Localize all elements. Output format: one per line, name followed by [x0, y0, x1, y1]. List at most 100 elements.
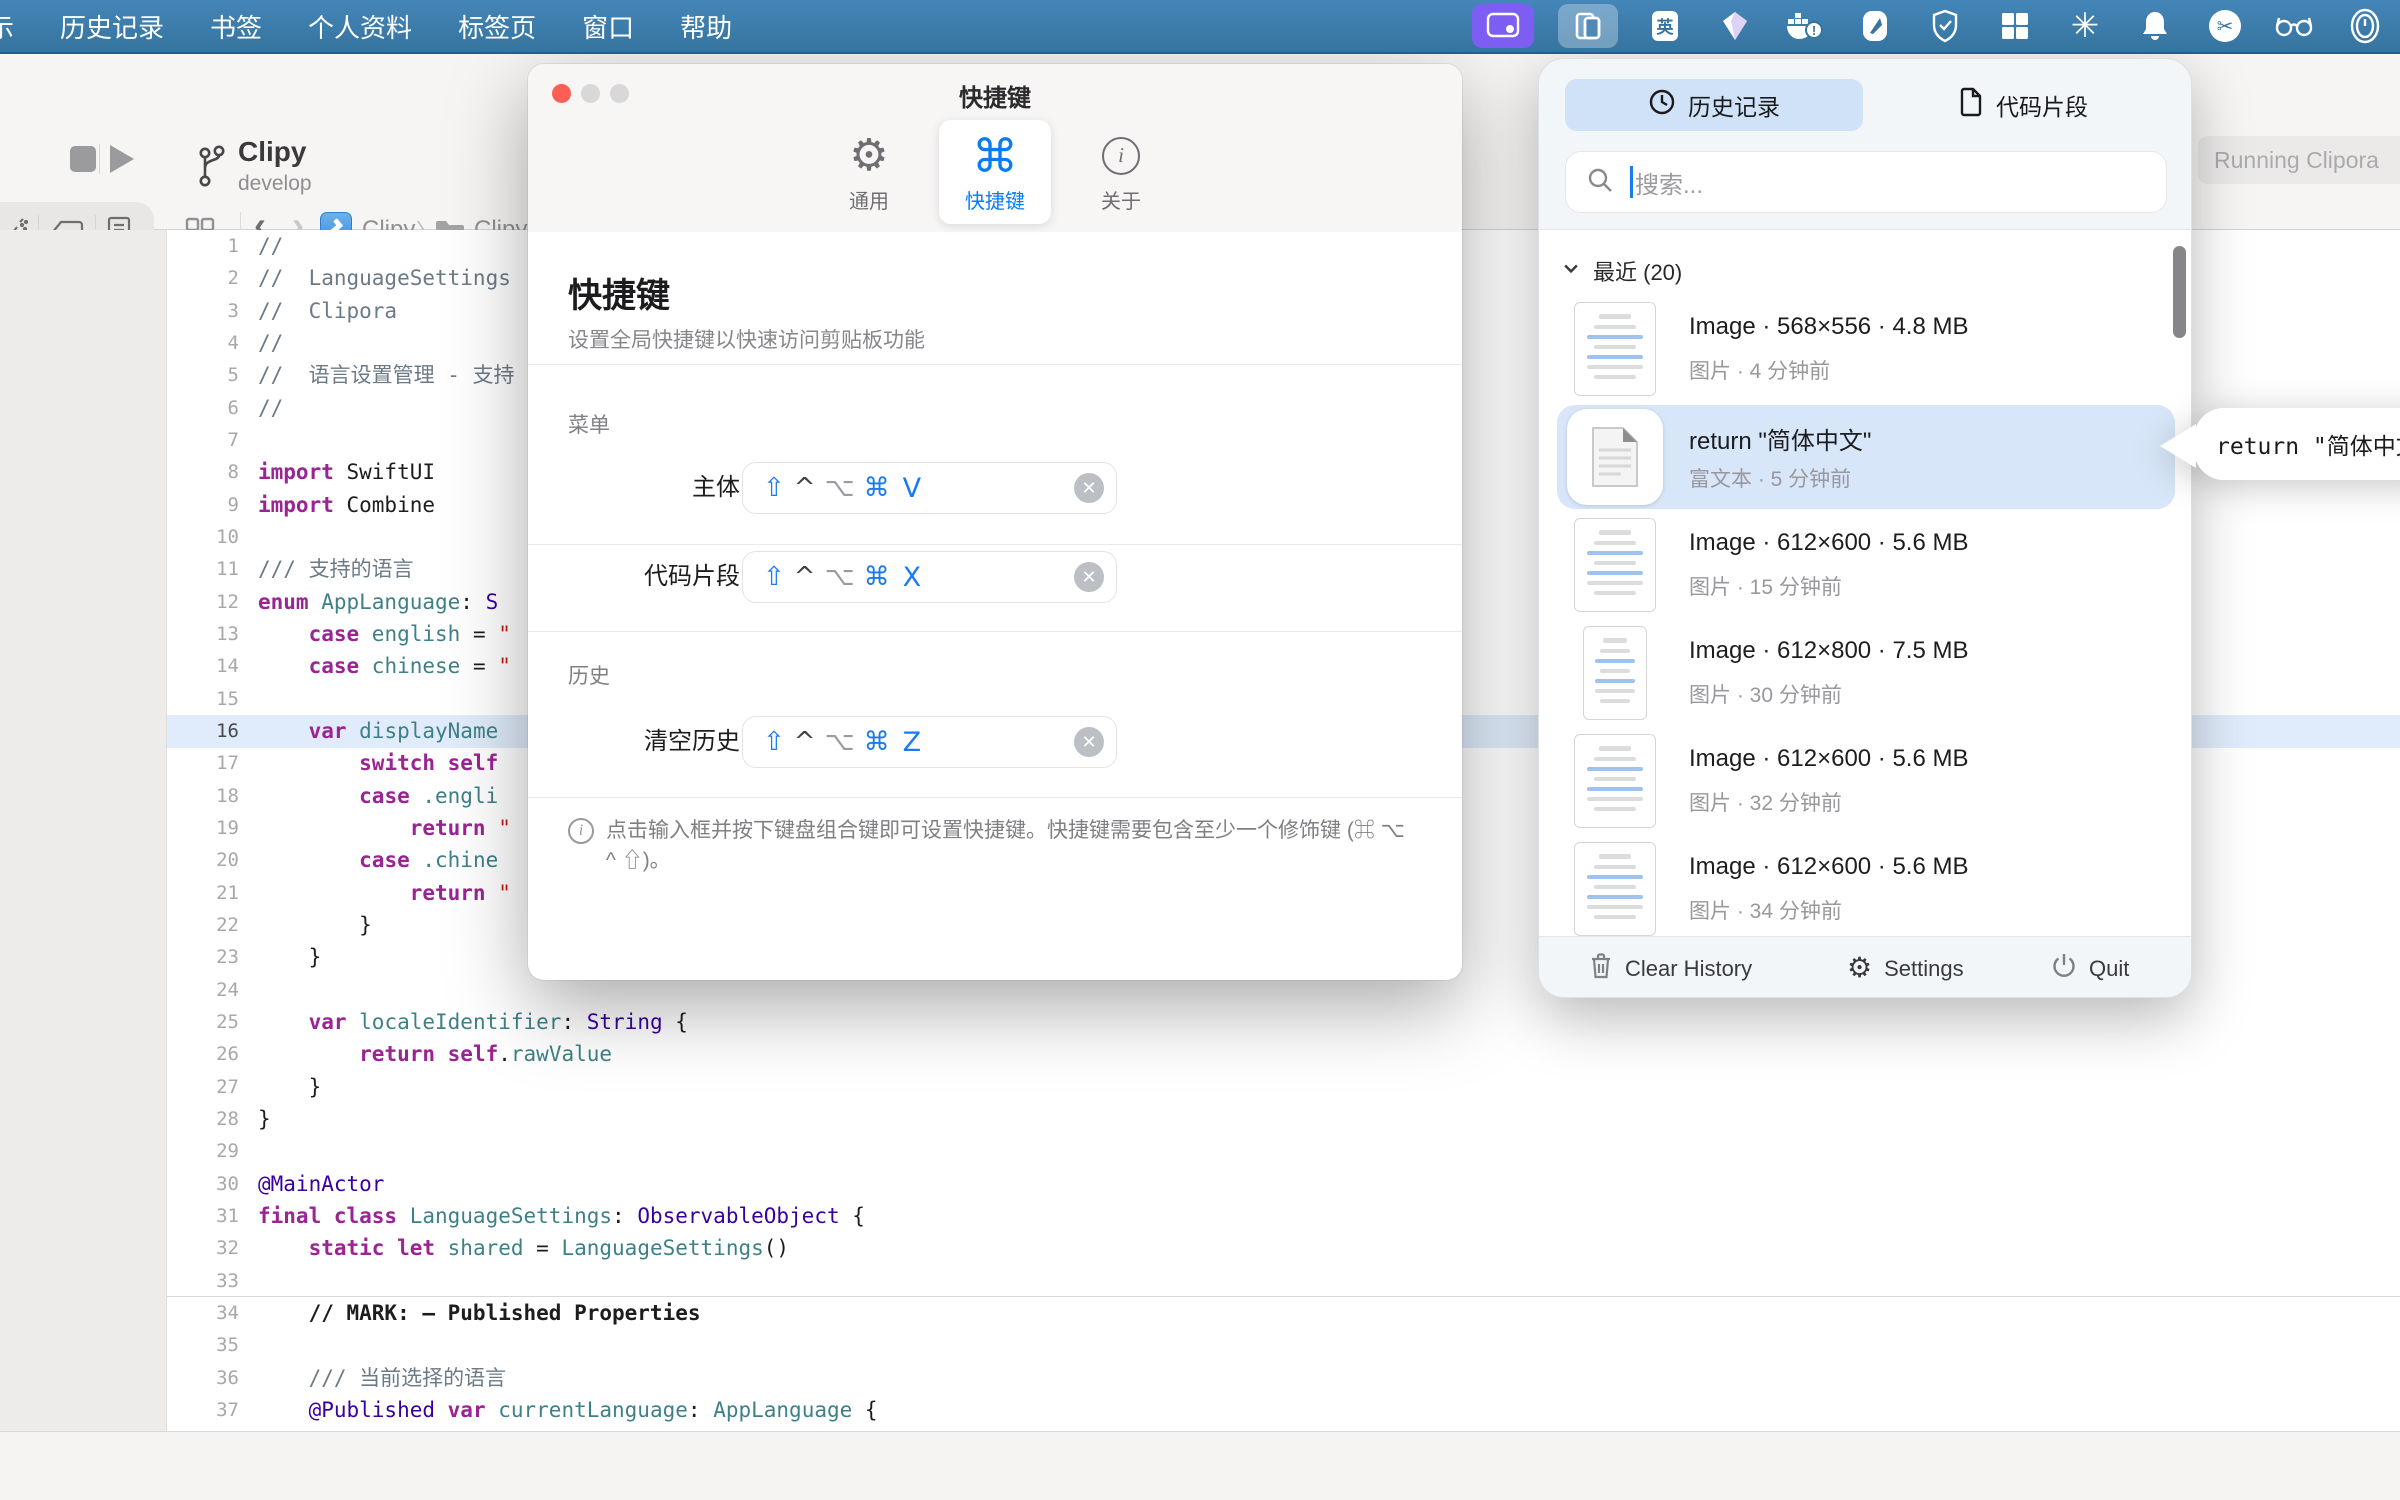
settings-tab-关于[interactable]: i 关于: [1065, 120, 1177, 224]
history-item[interactable]: Image · 612×600 · 5.6 MB 图片 · 32 分钟前: [1557, 729, 2175, 833]
code-line[interactable]: 34 // MARK: — Published Properties: [167, 1297, 2400, 1330]
history-item[interactable]: Image · 612×600 · 5.6 MB 图片 · 15 分钟前: [1557, 513, 2175, 617]
settings-tab-快捷键[interactable]: ⌘ 快捷键: [939, 120, 1051, 224]
item-title: Image · 612×600 · 5.6 MB: [1689, 745, 1969, 772]
shortcut-field-主体[interactable]: ⇧ ^ ⌥ ⌘ V ✕: [742, 462, 1117, 514]
menu-item-标签页[interactable]: 标签页: [458, 8, 536, 45]
code-text: case .chine: [359, 848, 499, 873]
shortcut-label-主体: 主体: [692, 474, 740, 501]
menu-item-历史记录[interactable]: 历史记录: [60, 8, 164, 45]
run-button[interactable]: [110, 145, 134, 173]
menu-item-帮助[interactable]: 帮助: [680, 8, 732, 45]
code-text: /// 当前选择的语言: [258, 1365, 507, 1390]
line-number: 14: [216, 655, 239, 678]
settings-button[interactable]: ⚙ Settings: [1847, 937, 1964, 997]
item-title: Image · 612×600 · 5.6 MB: [1689, 853, 1969, 880]
recent-section-header[interactable]: 最近 (20): [1561, 255, 1682, 287]
scissors-icon[interactable]: ✂: [2202, 4, 2248, 48]
tooltip-bubble: return "简体中文: [2194, 408, 2400, 480]
shortcut-field-清空历史[interactable]: ⇧ ^ ⌥ ⌘ Z ✕: [742, 716, 1117, 768]
code-text: @Published var currentLanguage: AppLangu…: [308, 1397, 878, 1422]
info-note: i 点击输入框并按下键盘组合键即可设置快捷键。快捷键需要包含至少一个修饰键 (⌘…: [568, 816, 1428, 876]
line-number: 29: [216, 1140, 239, 1163]
section-heading: 快捷键: [568, 277, 670, 315]
popover-tab-代码片段[interactable]: 代码片段: [1879, 79, 2167, 131]
project-name[interactable]: Clipy: [238, 136, 306, 168]
scrollbar-thumb[interactable]: [2173, 246, 2186, 338]
line-number: 2: [227, 267, 239, 290]
code-line[interactable]: 25 var localeIdentifier: String {: [167, 1006, 2400, 1039]
shield-check-icon[interactable]: [1922, 4, 1968, 48]
tab-label: 历史记录: [1688, 94, 1780, 120]
command-icon: ⌘: [972, 129, 1018, 182]
shortcut-field-代码片段[interactable]: ⇧ ^ ⌥ ⌘ X ✕: [742, 551, 1117, 603]
branch-name[interactable]: develop: [238, 172, 312, 196]
history-item[interactable]: return "简体中文" 富文本 · 5 分钟前: [1557, 405, 2175, 509]
search-input[interactable]: 搜索...: [1565, 151, 2167, 213]
pen-shield-icon[interactable]: [1852, 4, 1898, 48]
line-number: 10: [216, 525, 239, 548]
code-line[interactable]: 31 final class LanguageSettings: Observab…: [167, 1200, 2400, 1233]
popover-tab-历史记录[interactable]: 历史记录: [1565, 79, 1863, 131]
history-item[interactable]: Image · 612×800 · 7.5 MB 图片 · 30 分钟前: [1557, 621, 2175, 725]
code-text: case .engli: [359, 783, 499, 808]
translate-icon[interactable]: 英: [1642, 4, 1688, 48]
code-text: /// 支持的语言: [258, 557, 414, 582]
code-line[interactable]: 36 /// 当前选择的语言: [167, 1362, 2400, 1395]
code-line[interactable]: 28}: [167, 1103, 2400, 1136]
shortcut-label-代码片段: 代码片段: [644, 563, 740, 590]
divider: [528, 544, 1462, 545]
clear-shortcut-button[interactable]: ✕: [1074, 473, 1104, 503]
stop-button[interactable]: [70, 146, 96, 172]
code-line[interactable]: 27 }: [167, 1071, 2400, 1104]
clipboard-icon[interactable]: [1558, 4, 1618, 48]
line-number: 16: [216, 719, 239, 742]
code-line[interactable]: 26 return self.rawValue: [167, 1038, 2400, 1071]
clear-history-button[interactable]: Clear History: [1589, 937, 1752, 997]
code-text: }: [258, 1106, 271, 1131]
window-grid-icon[interactable]: [1992, 4, 2038, 48]
dialog-titlebar: 快捷键 ⚙ 通用 ⌘ 快捷键 i 关于: [528, 64, 1462, 232]
quit-button[interactable]: Quit: [2051, 937, 2129, 997]
gear-icon: ⚙: [849, 131, 889, 180]
history-item[interactable]: Image · 568×556 · 4.8 MB 图片 · 4 分钟前: [1557, 297, 2175, 401]
code-line[interactable]: 33: [167, 1265, 2400, 1298]
code-line[interactable]: 35: [167, 1329, 2400, 1362]
code-text: return self.rawValue: [359, 1042, 613, 1067]
settings-tab-通用[interactable]: ⚙ 通用: [813, 120, 925, 224]
code-line[interactable]: 32 static let shared = LanguageSettings(…: [167, 1232, 2400, 1265]
image-thumbnail: [1567, 517, 1663, 613]
menu-item-示[interactable]: 示: [0, 8, 14, 45]
history-item[interactable]: Image · 612×600 · 5.6 MB 图片 · 34 分钟前: [1557, 837, 2175, 936]
menu-item-窗口[interactable]: 窗口: [582, 8, 634, 45]
menu-item-书签[interactable]: 书签: [210, 8, 262, 45]
info-note-text: 点击输入框并按下键盘组合键即可设置快捷键。快捷键需要包含至少一个修饰键 (⌘ ⌥…: [606, 819, 1405, 872]
code-line[interactable]: 37 @Published var currentLanguage: AppLa…: [167, 1394, 2400, 1427]
divider: [528, 797, 1462, 798]
glasses-icon[interactable]: [2272, 4, 2318, 48]
prism-icon[interactable]: [1712, 4, 1758, 48]
item-meta: 图片 · 32 分钟前: [1689, 792, 1842, 815]
openai-icon[interactable]: ✳: [2062, 4, 2108, 48]
trash-icon: [1589, 952, 1613, 986]
screen-share-icon[interactable]: [1472, 4, 1534, 48]
item-title: Image · 612×800 · 7.5 MB: [1689, 637, 1969, 664]
code-text: }: [258, 1074, 322, 1099]
image-thumbnail: [1567, 733, 1663, 829]
clear-shortcut-button[interactable]: ✕: [1074, 727, 1104, 757]
mouse-icon[interactable]: [2342, 4, 2388, 48]
item-meta: 图片 · 34 分钟前: [1689, 900, 1842, 923]
item-title: Image · 612×600 · 5.6 MB: [1689, 529, 1969, 556]
line-number: 37: [216, 1398, 239, 1421]
code-line[interactable]: 29: [167, 1135, 2400, 1168]
code-line[interactable]: 30 @MainActor: [167, 1168, 2400, 1201]
clock-icon: [1648, 88, 1676, 122]
clear-shortcut-button[interactable]: ✕: [1074, 562, 1104, 592]
bell-icon[interactable]: [2132, 4, 2178, 48]
docker-icon[interactable]: !: [1782, 4, 1828, 48]
item-meta: 图片 · 4 分钟前: [1689, 360, 1831, 383]
tab-label: 快捷键: [965, 190, 1025, 213]
line-number: 31: [216, 1204, 239, 1227]
svg-text:!: !: [1812, 23, 1816, 38]
menu-item-个人资料[interactable]: 个人资料: [308, 8, 412, 45]
